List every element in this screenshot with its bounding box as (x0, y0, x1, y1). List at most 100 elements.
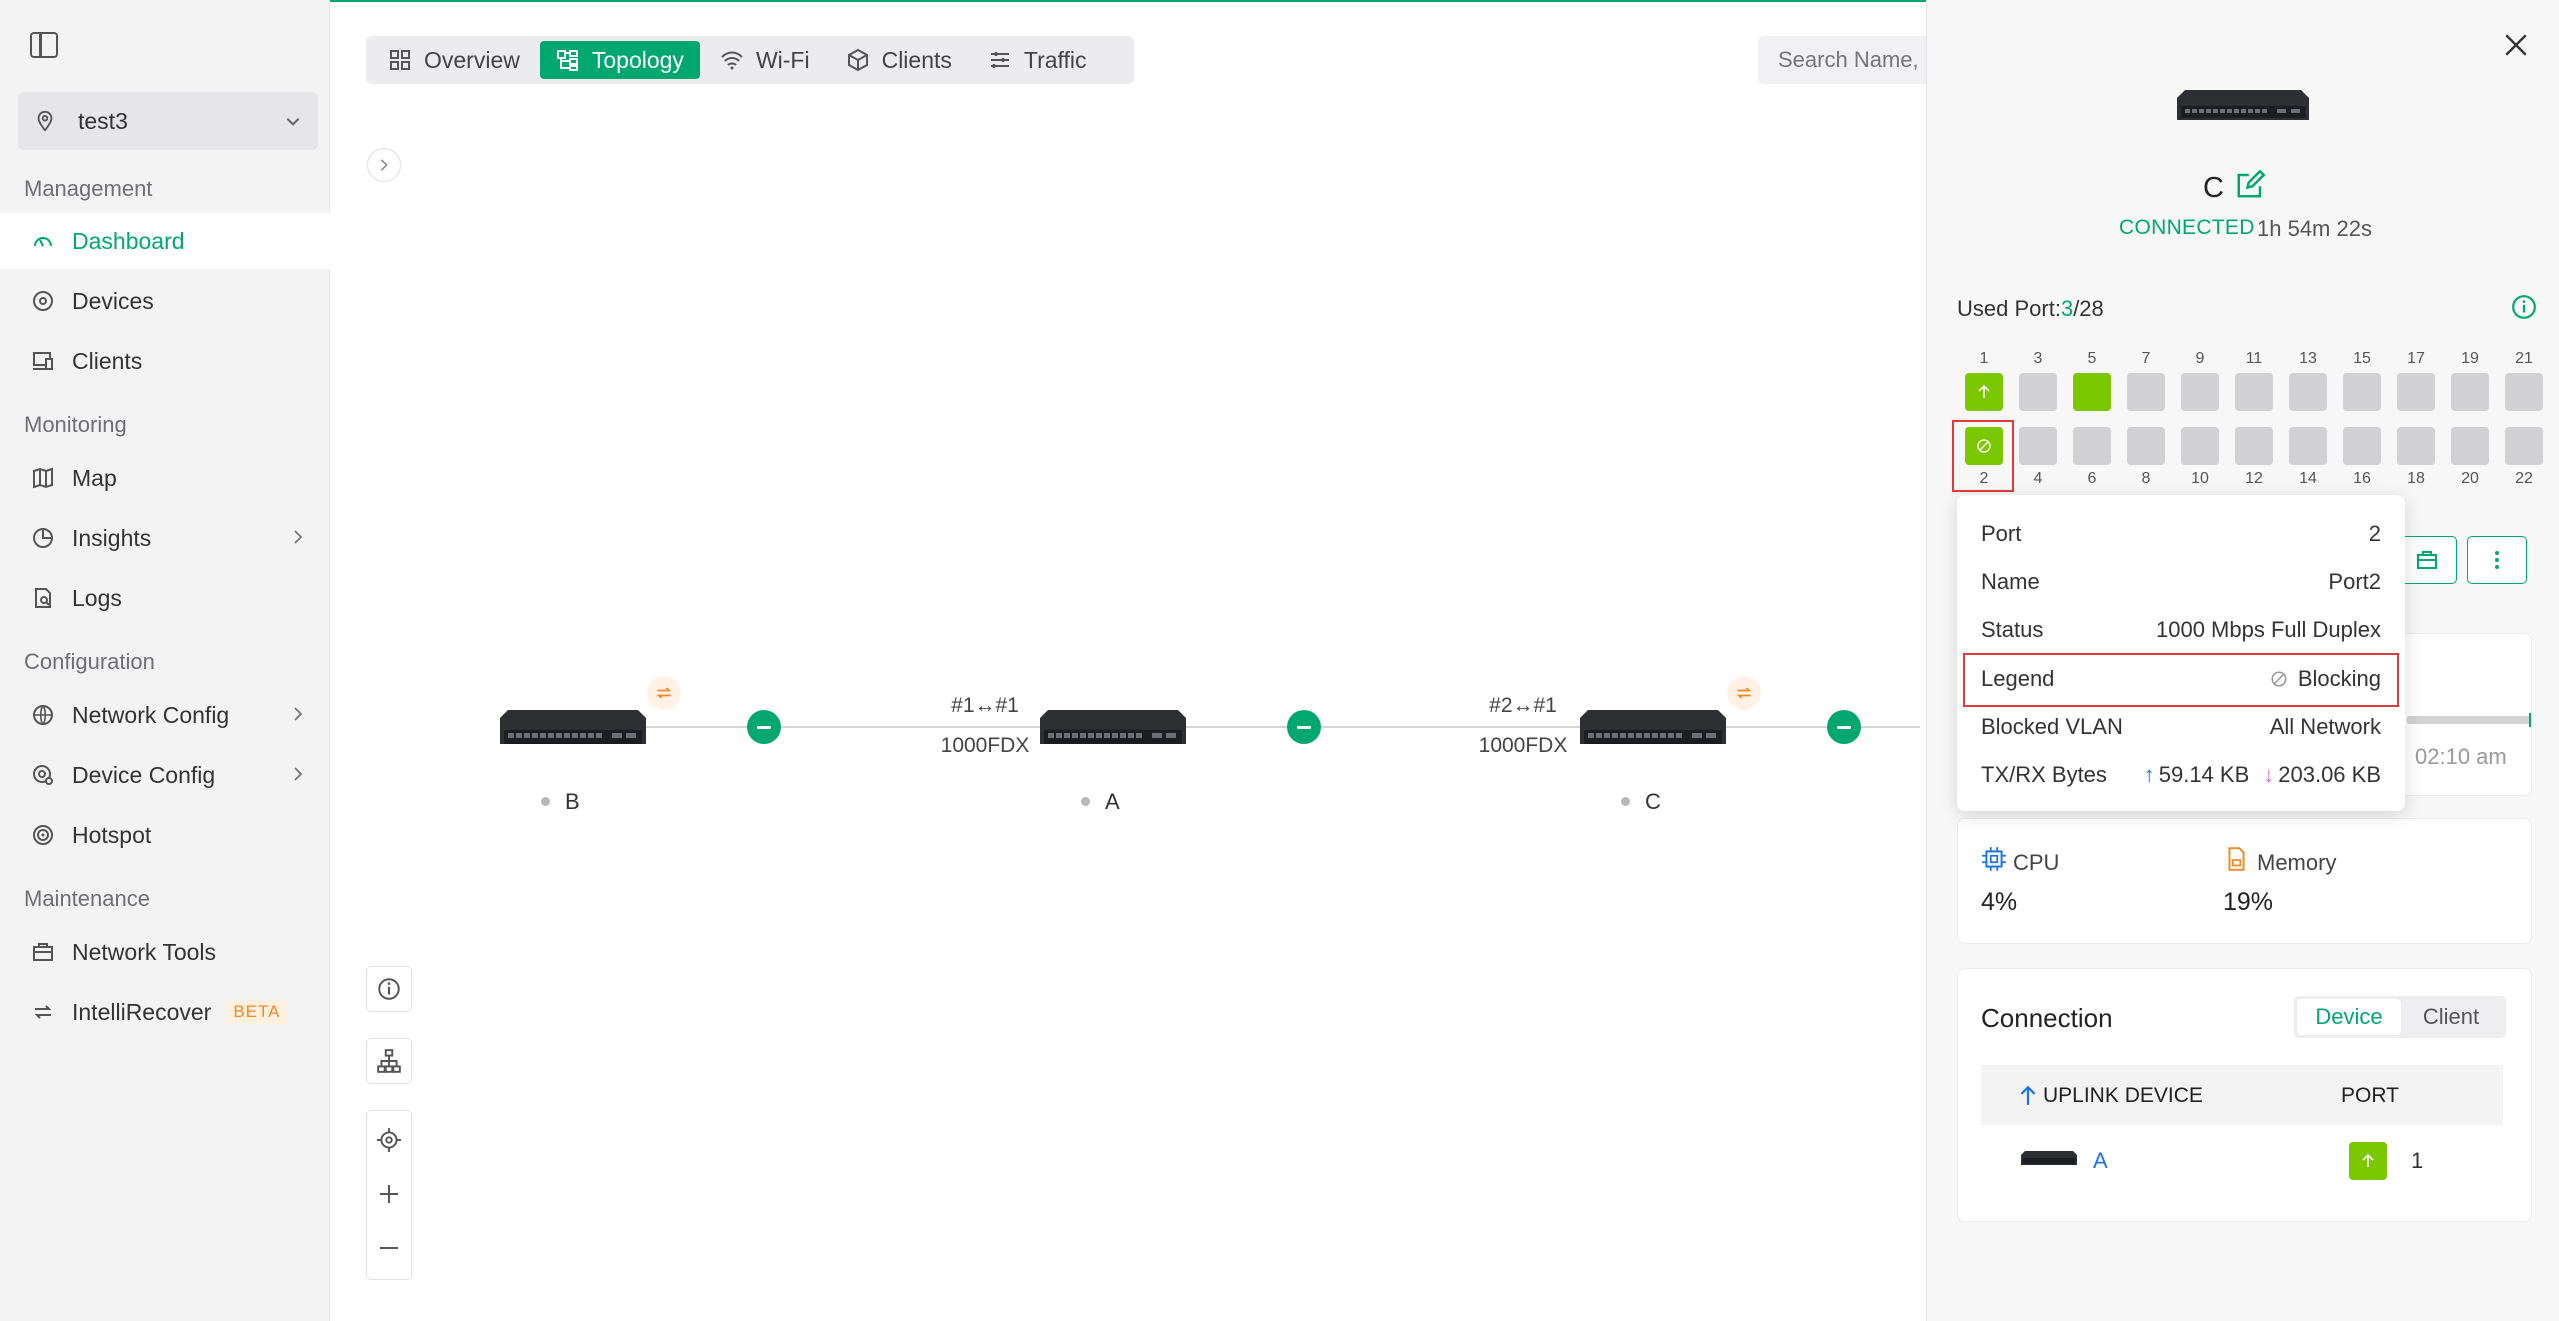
tab-label: Traffic (1023, 46, 1087, 73)
port-number: 19 (2461, 350, 2479, 367)
uplink-device-link[interactable]: A (2093, 1148, 2108, 1174)
arrow-up-icon (2020, 1085, 2036, 1105)
connection-toggle: Device Client (2294, 996, 2506, 1038)
sidebar-item-map[interactable]: Map (0, 450, 330, 506)
loop-warning-icon[interactable] (1727, 676, 1761, 710)
more-button[interactable] (2467, 536, 2527, 584)
toolbox-button[interactable] (2397, 536, 2457, 584)
port-number: 16 (2353, 470, 2371, 487)
port-3[interactable] (2019, 373, 2057, 411)
zoom-in-button[interactable] (367, 1169, 411, 1219)
node-label-b: B (565, 789, 580, 814)
legend-highlight-box (1963, 653, 2399, 707)
tab-clients[interactable]: Clients (830, 41, 968, 79)
sidebar-item-network-tools[interactable]: Network Tools (0, 924, 330, 980)
header-uplink-device: UPLINK DEVICE (2043, 1084, 2203, 1107)
port-13[interactable] (2289, 373, 2327, 411)
port-number: 2 (1979, 470, 1989, 487)
topology-icon (556, 48, 580, 72)
chevron-right-icon (294, 767, 303, 781)
sidebar-toggle-icon[interactable] (30, 32, 58, 58)
sidebar-item-network-config[interactable]: Network Config (0, 687, 330, 743)
port-16[interactable] (2343, 427, 2381, 465)
recover-icon (30, 999, 56, 1025)
hotspot-icon (30, 822, 56, 848)
collapse-link-button[interactable] (1287, 710, 1321, 744)
cube-icon (846, 48, 870, 72)
switch-a-icon[interactable] (1040, 708, 1186, 748)
port-22[interactable] (2505, 427, 2543, 465)
cpu-memory-card (1957, 818, 2532, 944)
uptime: 1h 54m 22s (2257, 216, 2372, 241)
uplink-device-icon (2021, 1151, 2077, 1165)
port-6[interactable] (2073, 427, 2111, 465)
locate-button[interactable] (367, 1115, 411, 1165)
expand-panel-button[interactable] (367, 148, 401, 182)
collapse-link-button[interactable] (747, 710, 781, 744)
cpu-label: CPU (2013, 850, 2060, 875)
toggle-device[interactable]: Device (2297, 999, 2401, 1035)
hierarchy-icon (377, 1049, 401, 1073)
zoom-out-button[interactable] (367, 1223, 411, 1273)
sidebar-item-insights[interactable]: Insights (0, 510, 330, 566)
port-11[interactable] (2235, 373, 2273, 411)
port-7[interactable] (2127, 373, 2165, 411)
port-19[interactable] (2451, 373, 2489, 411)
port-20[interactable] (2451, 427, 2489, 465)
close-icon[interactable] (2503, 32, 2529, 58)
time-label: 02:10 am (2415, 744, 2507, 769)
info-button[interactable] (366, 966, 412, 1012)
sidebar-item-devices[interactable]: Devices (0, 273, 330, 329)
port-9[interactable] (2181, 373, 2219, 411)
port-12[interactable] (2235, 427, 2273, 465)
cpu-icon (1982, 847, 2006, 871)
loop-warning-icon[interactable] (647, 676, 681, 710)
sidebar-item-clients[interactable]: Clients (0, 333, 330, 389)
beta-badge: BETA (225, 1000, 289, 1024)
switch-b-icon[interactable] (500, 708, 646, 748)
sidebar-item-dashboard[interactable]: Dashboard (0, 213, 330, 269)
more-vertical-icon (2495, 551, 2499, 569)
port-number: 3 (2033, 350, 2043, 367)
rx-value: 203.06 KB (2278, 762, 2381, 787)
sidebar-item-device-config[interactable]: Device Config (0, 747, 330, 803)
port-5[interactable] (2073, 373, 2111, 411)
switch-c-icon[interactable] (1580, 708, 1726, 748)
status-dot (1621, 797, 1630, 806)
rx-arrow-icon: ↓ (2263, 762, 2275, 787)
tab-traffic[interactable]: Traffic (972, 41, 1103, 79)
toggle-client[interactable]: Client (2401, 999, 2501, 1035)
edit-icon[interactable] (2235, 170, 2265, 200)
sidebar-item-label: Device Config (72, 761, 216, 788)
plus-icon (380, 1185, 398, 1203)
status-dot (1081, 797, 1090, 806)
port-17[interactable] (2397, 373, 2435, 411)
info-icon[interactable] (2511, 294, 2537, 320)
port-10[interactable] (2181, 427, 2219, 465)
collapse-link-button[interactable] (1827, 710, 1861, 744)
sidebar-item-intellirecover[interactable]: IntelliRecover BETA (0, 984, 330, 1040)
sidebar-item-logs[interactable]: Logs (0, 570, 330, 626)
sidebar-item-label: Logs (72, 584, 122, 611)
tab-topology[interactable]: Topology (539, 41, 700, 79)
sidebar-item-label: Devices (72, 287, 154, 314)
target-icon (377, 1128, 401, 1152)
port-1[interactable] (1965, 373, 2003, 411)
site-selector[interactable]: test3 (18, 92, 318, 150)
header-port: PORT (2341, 1084, 2399, 1107)
sidebar-item-hotspot[interactable]: Hotspot (0, 807, 330, 863)
port-15[interactable] (2343, 373, 2381, 411)
tab-wifi[interactable]: Wi-Fi (704, 41, 826, 79)
port-14[interactable] (2289, 427, 2327, 465)
tab-overview[interactable]: Overview (372, 41, 536, 79)
port-8[interactable] (2127, 427, 2165, 465)
port-21[interactable] (2505, 373, 2543, 411)
port-number: 10 (2191, 470, 2209, 487)
uplink-port-value: 1 (2411, 1148, 2424, 1173)
location-pin-icon (37, 110, 53, 132)
port-4[interactable] (2019, 427, 2057, 465)
map-icon (30, 465, 56, 491)
port-number: 4 (2033, 470, 2043, 487)
port-18[interactable] (2397, 427, 2435, 465)
layout-button[interactable] (366, 1038, 412, 1084)
